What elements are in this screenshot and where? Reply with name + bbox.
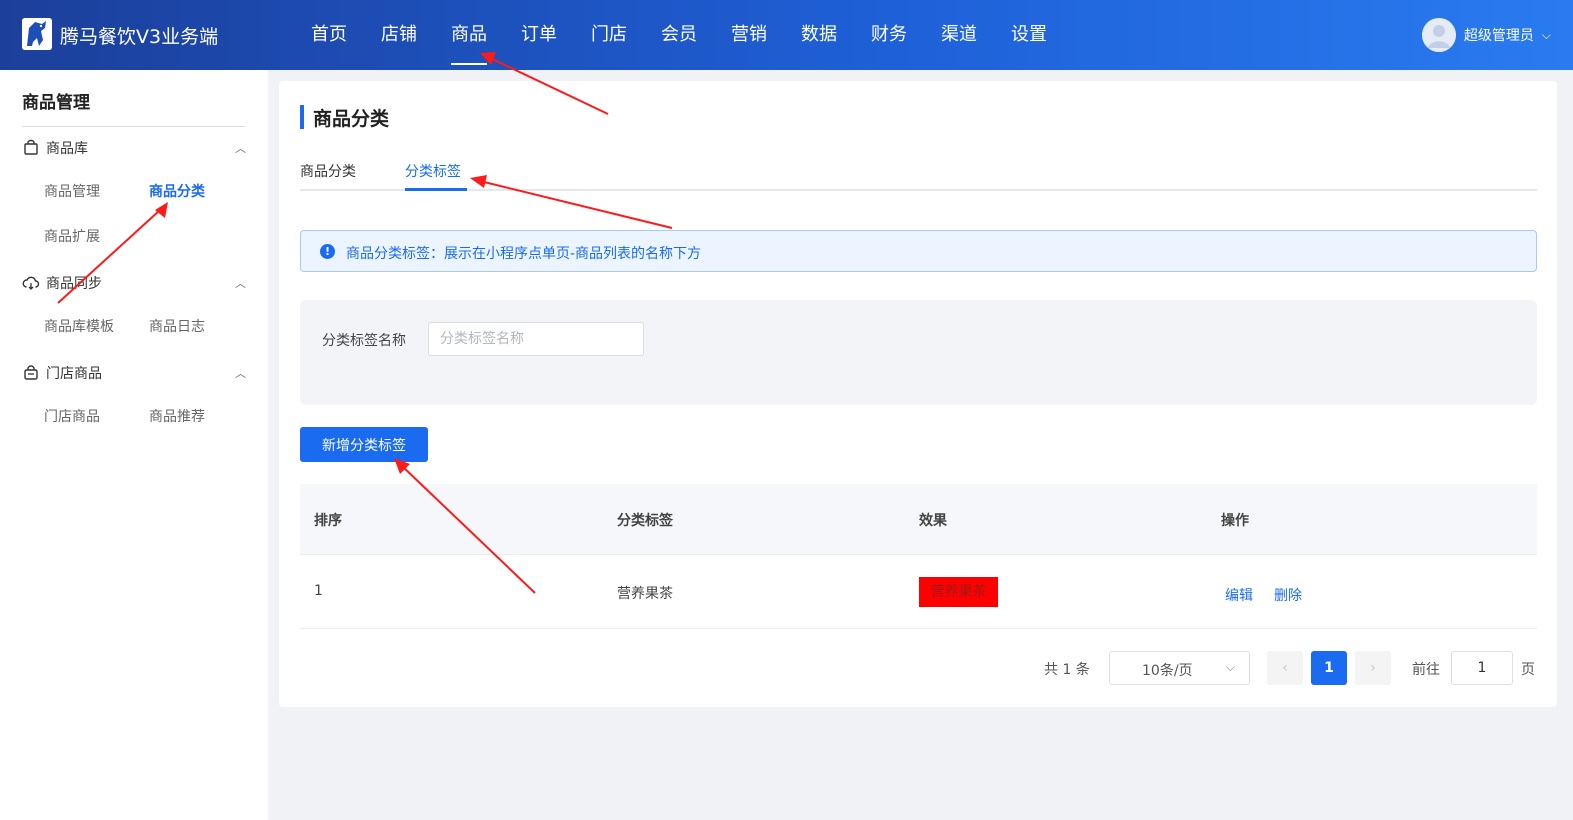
nav-home[interactable]: 首页 — [294, 0, 364, 70]
shop-bag-icon — [24, 365, 38, 380]
nav-channels[interactable]: 渠道 — [924, 0, 994, 70]
sidebar-group-label: 门店商品 — [46, 366, 102, 382]
page-size-select[interactable]: 10条/页 ⌵ — [1109, 651, 1250, 685]
sidebar-item-library-template[interactable]: 商品库模板 — [44, 316, 114, 336]
column-header: 效果 — [919, 513, 947, 529]
sidebar-item-goods-management[interactable]: 商品管理 — [44, 181, 100, 201]
user-name: 超级管理员 — [1463, 28, 1534, 44]
row-tag-name: 营养果茶 — [617, 586, 673, 602]
alert-text: 商品分类标签：展示在小程序点单页-商品列表的名称下方 — [346, 246, 702, 262]
tabs-divider — [300, 189, 1537, 191]
tab-category-tags[interactable]: 分类标签 — [405, 161, 461, 181]
column-header: 排序 — [314, 513, 342, 529]
nav-shops[interactable]: 门店 — [574, 0, 644, 70]
nav-goods[interactable]: 商品 — [434, 0, 504, 70]
filter-label: 分类标签名称 — [322, 333, 406, 349]
page-size-value: 10条/页 — [1142, 663, 1193, 679]
chevron-down-icon: ⌵ — [1225, 660, 1235, 674]
sidebar-group-label: 商品库 — [46, 141, 88, 157]
goto-label: 前往 — [1412, 662, 1440, 678]
sidebar: 商品管理 商品库 ︿ 商品管理 商品分类 商品扩展 商品同步 ︿ 商品库模板 商… — [0, 70, 268, 820]
bag-icon — [24, 139, 38, 155]
category-tag-table: 排序 分类标签 效果 操作 1 营养果茶 营养果茶 编辑 删除 — [300, 484, 1537, 629]
title-accent-bar — [300, 105, 304, 129]
prev-page-button[interactable]: ‹ — [1267, 651, 1303, 685]
sidebar-item-goods-recommend[interactable]: 商品推荐 — [149, 406, 205, 426]
nav-orders[interactable]: 订单 — [504, 0, 574, 70]
column-header: 分类标签 — [617, 513, 673, 529]
filter-panel: 分类标签名称 — [300, 300, 1537, 405]
user-menu[interactable]: 超级管理员 ⌵ — [1421, 18, 1551, 52]
add-category-tag-button[interactable]: 新增分类标签 — [300, 427, 428, 462]
table-row: 1 营养果茶 营养果茶 编辑 删除 — [300, 554, 1537, 629]
nav-data[interactable]: 数据 — [784, 0, 854, 70]
page-number-current[interactable]: 1 — [1311, 651, 1347, 685]
next-page-button[interactable]: › — [1355, 651, 1391, 685]
divider — [22, 126, 246, 127]
tab-goods-category[interactable]: 商品分类 — [300, 161, 356, 181]
main-content-card: 商品分类 商品分类 分类标签 ! 商品分类标签：展示在小程序点单页-商品列表的名… — [279, 81, 1557, 707]
sidebar-group-shop-goods[interactable]: 门店商品 ︿ — [22, 361, 246, 385]
sidebar-item-goods-category[interactable]: 商品分类 — [149, 181, 205, 201]
row-order: 1 — [314, 583, 323, 599]
main-nav: 首页 店铺 商品 订单 门店 会员 营销 数据 财务 渠道 设置 — [294, 0, 1064, 70]
sidebar-group-goods-sync[interactable]: 商品同步 ︿ — [22, 271, 246, 295]
brand-name: 腾马餐饮V3业务端 — [60, 26, 219, 48]
tag-name-search-input[interactable] — [428, 322, 644, 356]
nav-store[interactable]: 店铺 — [364, 0, 434, 70]
goto-page-input[interactable] — [1451, 651, 1513, 685]
chevron-up-icon: ︿ — [235, 367, 246, 380]
nav-finance[interactable]: 财务 — [854, 0, 924, 70]
sidebar-item-goods-extension[interactable]: 商品扩展 — [44, 226, 100, 246]
nav-marketing[interactable]: 营销 — [714, 0, 784, 70]
logo-icon — [22, 18, 52, 50]
column-header: 操作 — [1221, 513, 1249, 529]
table-header: 排序 分类标签 效果 操作 — [300, 484, 1537, 554]
sidebar-group-label: 商品同步 — [46, 276, 102, 292]
chevron-up-icon: ︿ — [235, 142, 246, 155]
tag-effect-preview: 营养果茶 — [919, 577, 998, 607]
active-tab-indicator — [405, 188, 467, 191]
avatar — [1421, 18, 1456, 52]
sidebar-item-goods-log[interactable]: 商品日志 — [149, 316, 205, 336]
chevron-up-icon: ︿ — [235, 277, 246, 290]
info-icon: ! — [320, 244, 335, 259]
pagination-total: 共 1 条 — [1044, 662, 1090, 678]
sidebar-title: 商品管理 — [22, 93, 90, 113]
info-alert: ! 商品分类标签：展示在小程序点单页-商品列表的名称下方 — [300, 230, 1537, 272]
page-title: 商品分类 — [313, 108, 390, 130]
edit-link[interactable]: 编辑 — [1225, 585, 1253, 605]
chevron-down-icon: ⌵ — [1541, 27, 1551, 42]
sidebar-item-shop-goods[interactable]: 门店商品 — [44, 406, 100, 426]
goto-unit: 页 — [1521, 662, 1535, 678]
nav-members[interactable]: 会员 — [644, 0, 714, 70]
delete-link[interactable]: 删除 — [1274, 585, 1302, 605]
sidebar-group-goods-library[interactable]: 商品库 ︿ — [22, 136, 246, 160]
nav-settings[interactable]: 设置 — [994, 0, 1064, 70]
top-header: 腾马餐饮V3业务端 首页 店铺 商品 订单 门店 会员 营销 数据 财务 渠道 … — [0, 0, 1573, 70]
cloud-sync-icon — [22, 276, 40, 290]
